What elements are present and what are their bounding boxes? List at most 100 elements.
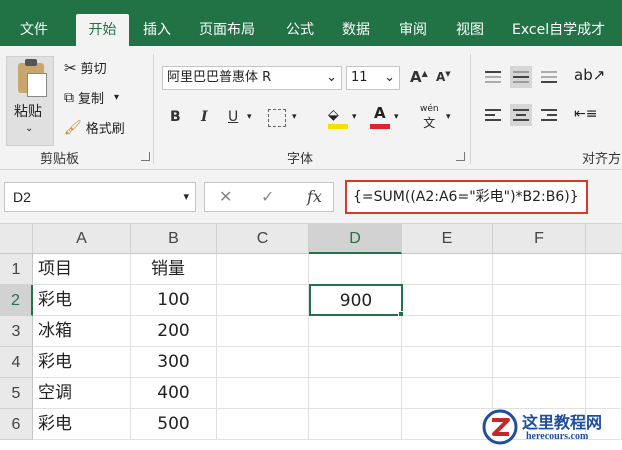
cell-b1[interactable]: 销量 [131, 254, 217, 285]
cell-d5[interactable] [309, 378, 402, 409]
middle-align-icon[interactable] [510, 66, 532, 88]
grow-font-button[interactable]: A▲ [410, 68, 428, 86]
row-header-5[interactable]: 5 [0, 378, 33, 409]
cancel-icon[interactable]: ✕ [219, 187, 232, 206]
font-size-select[interactable]: 11 ⌄ [346, 66, 400, 90]
tab-file[interactable]: 文件 [14, 14, 54, 46]
cell-c6[interactable] [217, 409, 309, 440]
cell-b3[interactable]: 200 [131, 316, 217, 347]
cell-g2[interactable] [586, 285, 622, 316]
phonetic-guide-button[interactable]: wén 文 [420, 104, 439, 131]
chevron-down-icon[interactable]: ▾ [247, 112, 252, 122]
tab-view[interactable]: 视图 [450, 14, 490, 46]
underline-button[interactable]: U [228, 109, 238, 125]
column-header-e[interactable]: E [402, 224, 493, 254]
cell-f2[interactable] [493, 285, 586, 316]
insert-function-icon[interactable]: fx [307, 187, 322, 206]
column-header-b[interactable]: B [131, 224, 217, 254]
cell-g3[interactable] [586, 316, 622, 347]
cell-f3[interactable] [493, 316, 586, 347]
shrink-font-button[interactable]: A▼ [436, 70, 451, 84]
enter-icon[interactable]: ✓ [261, 187, 274, 206]
cell-a5[interactable]: 空调 [33, 378, 131, 409]
chevron-down-icon[interactable]: ▾ [394, 112, 399, 122]
cell-d2[interactable]: 900 [309, 284, 403, 316]
cell-e2[interactable] [403, 285, 493, 316]
column-header-g[interactable] [586, 224, 622, 254]
font-launcher-icon[interactable] [456, 152, 465, 161]
formula-input[interactable]: {=SUM((A2:A6="彩电")*B2:B6)} [345, 180, 588, 214]
border-icon[interactable] [268, 109, 286, 127]
chevron-down-icon[interactable]: ▾ [352, 112, 357, 122]
tab-page-layout[interactable]: 页面布局 [193, 14, 261, 46]
chevron-down-icon[interactable]: ▾ [446, 112, 451, 122]
column-header-a[interactable]: A [33, 224, 131, 254]
column-header-f[interactable]: F [493, 224, 586, 254]
cell-d1[interactable] [309, 254, 402, 285]
cell-c1[interactable] [217, 254, 309, 285]
cell-f4[interactable] [493, 347, 586, 378]
cell-c4[interactable] [217, 347, 309, 378]
copy-button[interactable]: ⧉ 复制 ▾ [64, 88, 119, 108]
italic-button[interactable]: I [201, 109, 208, 125]
cell-c5[interactable] [217, 378, 309, 409]
cell-g4[interactable] [586, 347, 622, 378]
cell-d6[interactable] [309, 409, 402, 440]
row-header-3[interactable]: 3 [0, 316, 33, 347]
cut-button[interactable]: ✂ 剪切 [64, 58, 107, 78]
divider [470, 54, 471, 164]
cell-e1[interactable] [402, 254, 493, 285]
fill-color-button[interactable]: ⬙ [328, 104, 348, 130]
cell-e3[interactable] [402, 316, 493, 347]
cell-a2[interactable]: 彩电 [33, 285, 131, 316]
cell-c3[interactable] [217, 316, 309, 347]
name-box[interactable]: D2 ▾ [4, 182, 196, 212]
divider [153, 54, 154, 164]
row-header-1[interactable]: 1 [0, 254, 33, 285]
cell-d3[interactable] [309, 316, 402, 347]
tab-data[interactable]: 数据 [336, 14, 376, 46]
format-painter-button[interactable]: 🖌 格式刷 [64, 118, 125, 138]
tab-review[interactable]: 审阅 [393, 14, 433, 46]
clipboard-launcher-icon[interactable] [141, 152, 150, 161]
align-center-icon[interactable] [510, 104, 532, 126]
chevron-down-icon: ⌄ [25, 123, 34, 134]
decrease-indent-icon[interactable]: ⇤≡ [574, 106, 597, 122]
tab-home[interactable]: 开始 [76, 14, 129, 46]
cell-c2[interactable] [217, 285, 309, 316]
cell-a3[interactable]: 冰箱 [33, 316, 131, 347]
row-header-6[interactable]: 6 [0, 409, 33, 440]
column-header-d[interactable]: D [309, 224, 402, 254]
paste-button[interactable]: 粘贴 ⌄ [6, 56, 54, 146]
cell-b6[interactable]: 500 [131, 409, 217, 440]
phonetic-icon: 文 [423, 116, 436, 130]
tab-custom[interactable]: Excel自学成才 [506, 14, 611, 46]
align-right-icon[interactable] [538, 104, 560, 126]
cell-e5[interactable] [402, 378, 493, 409]
cell-e6[interactable] [402, 409, 493, 440]
row-header-2[interactable]: 2 [0, 285, 33, 316]
select-all-corner[interactable] [0, 224, 33, 254]
cell-a4[interactable]: 彩电 [33, 347, 131, 378]
font-color-button[interactable]: A [370, 104, 390, 130]
cell-d4[interactable] [309, 347, 402, 378]
cell-b4[interactable]: 300 [131, 347, 217, 378]
cell-g1[interactable] [586, 254, 622, 285]
cell-f1[interactable] [493, 254, 586, 285]
tab-formulas[interactable]: 公式 [280, 14, 320, 46]
chevron-down-icon[interactable]: ▾ [292, 112, 297, 122]
cell-a6[interactable]: 彩电 [33, 409, 131, 440]
bold-button[interactable]: B [170, 109, 181, 125]
cell-a1[interactable]: 项目 [33, 254, 131, 285]
cell-b5[interactable]: 400 [131, 378, 217, 409]
align-left-icon[interactable] [482, 104, 504, 126]
font-name-select[interactable]: 阿里巴巴普惠体 R ⌄ [162, 66, 342, 90]
tab-insert[interactable]: 插入 [137, 14, 177, 46]
top-align-icon[interactable] [482, 66, 504, 88]
column-header-c[interactable]: C [217, 224, 309, 254]
orientation-icon[interactable]: ab↗ [574, 66, 605, 84]
row-header-4[interactable]: 4 [0, 347, 33, 378]
bottom-align-icon[interactable] [538, 66, 560, 88]
cell-b2[interactable]: 100 [131, 285, 217, 316]
cell-e4[interactable] [402, 347, 493, 378]
